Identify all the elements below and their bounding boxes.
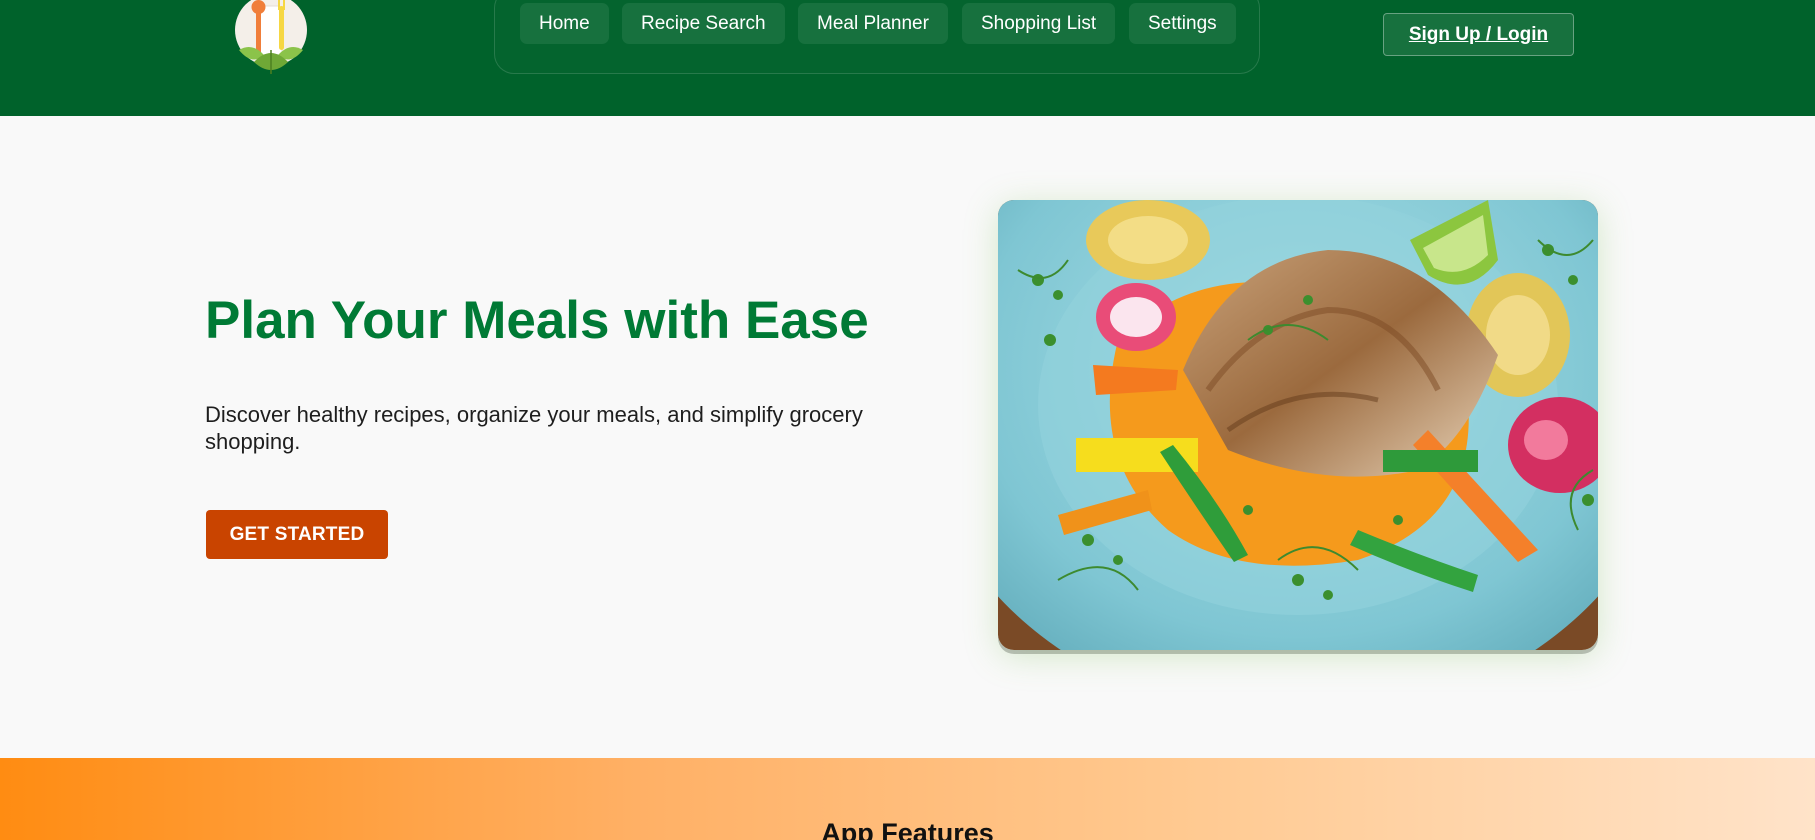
- get-started-button[interactable]: GET STARTED: [206, 510, 388, 559]
- hero-subtitle: Discover healthy recipes, organize your …: [205, 402, 863, 454]
- nav-meal-planner[interactable]: Meal Planner: [798, 3, 948, 44]
- signup-login-button[interactable]: Sign Up / Login: [1383, 13, 1574, 56]
- hero-food-image: [998, 200, 1598, 650]
- nav-settings[interactable]: Settings: [1129, 3, 1236, 44]
- nav-recipe-search[interactable]: Recipe Search: [622, 3, 785, 44]
- nav-shopping-list[interactable]: Shopping List: [962, 3, 1116, 44]
- app-logo-icon[interactable]: [234, 0, 308, 76]
- main-nav: Home Recipe Search Meal Planner Shopping…: [494, 0, 1260, 74]
- features-title: App Features: [821, 818, 994, 840]
- nav-home[interactable]: Home: [520, 3, 609, 44]
- site-header: Home Recipe Search Meal Planner Shopping…: [0, 0, 1815, 116]
- hero-title: Plan Your Meals with Ease: [205, 291, 869, 350]
